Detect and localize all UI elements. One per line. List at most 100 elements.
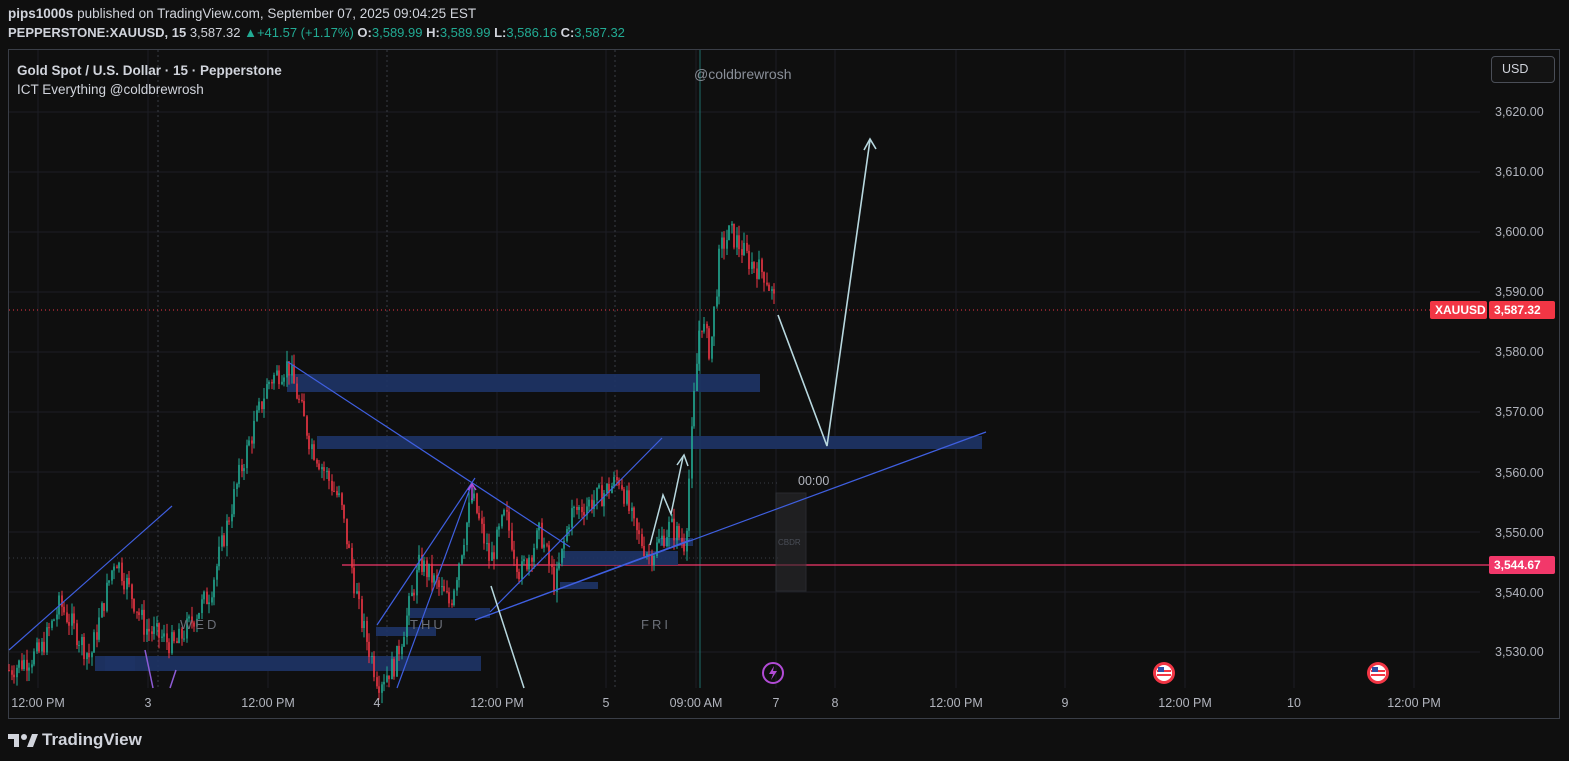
candle-body xyxy=(718,248,720,297)
candle-body xyxy=(531,557,533,562)
candle-body xyxy=(301,399,303,402)
candle-body xyxy=(353,567,355,594)
candle-body xyxy=(483,523,485,544)
price-tick: 3,540.00 xyxy=(1495,586,1544,600)
candle-body xyxy=(346,518,348,545)
candle-body xyxy=(348,544,350,548)
candle-body xyxy=(48,627,50,629)
time-tick: 12:00 PM xyxy=(1387,696,1441,710)
candle-body xyxy=(548,545,550,565)
liquidity-zone xyxy=(287,374,760,392)
candle-body xyxy=(81,637,83,646)
candle-body xyxy=(68,622,70,626)
candle-body xyxy=(218,546,220,567)
candle-body xyxy=(596,487,598,501)
candle-body xyxy=(128,577,130,585)
candle-body xyxy=(121,562,123,581)
candle-body xyxy=(658,539,660,543)
candle-body xyxy=(728,225,730,241)
us-flag-event-icon[interactable] xyxy=(1366,661,1390,685)
candle-body xyxy=(61,595,63,607)
candle-body xyxy=(468,502,470,523)
price-tick: 3,570.00 xyxy=(1495,405,1544,419)
time-tick: 10 xyxy=(1287,696,1301,710)
candle-body xyxy=(166,633,168,643)
candle-body xyxy=(93,632,95,653)
candle-body xyxy=(156,623,158,627)
candle-body xyxy=(313,444,315,460)
candle-body xyxy=(738,235,740,250)
candle-body xyxy=(253,420,255,444)
time-tick: 12:00 PM xyxy=(11,696,65,710)
candle-body xyxy=(233,489,235,515)
candle-body xyxy=(351,547,353,568)
candle-body xyxy=(258,401,260,411)
candle-body xyxy=(278,370,280,385)
candle-body xyxy=(363,620,365,629)
candle-body xyxy=(688,478,690,531)
candle-body xyxy=(651,554,653,566)
candle-body xyxy=(28,667,30,671)
candle-body xyxy=(53,619,55,621)
candle-body xyxy=(513,549,515,559)
candle-body xyxy=(573,507,575,509)
candle-body xyxy=(756,268,758,279)
candle-body xyxy=(623,489,625,504)
candle-body xyxy=(446,591,448,593)
candle-body xyxy=(73,613,75,624)
candle-body xyxy=(448,592,450,604)
candle-body xyxy=(386,675,388,682)
candle-body xyxy=(766,282,768,285)
candle-body xyxy=(556,568,558,593)
candle-body xyxy=(246,445,248,469)
currency-button[interactable]: USD xyxy=(1491,56,1555,83)
lightning-event-icon[interactable] xyxy=(761,661,785,685)
candle-body xyxy=(383,681,385,685)
candle-body xyxy=(296,383,298,399)
candle-body xyxy=(236,483,238,490)
candle-body xyxy=(636,518,638,531)
us-flag-event-icon[interactable] xyxy=(1152,661,1176,685)
candle-body xyxy=(18,660,20,668)
candle-body xyxy=(461,555,463,564)
candle-body xyxy=(558,562,560,569)
candle-body xyxy=(221,535,223,547)
candle-body xyxy=(26,659,28,671)
candle-body xyxy=(261,401,263,410)
candle-body xyxy=(381,684,383,693)
candle-body xyxy=(476,493,478,513)
candle-body xyxy=(643,546,645,556)
candle-body xyxy=(23,659,25,670)
footer-logo[interactable]: TradingView xyxy=(8,730,142,750)
legend-title[interactable]: Gold Spot / U.S. Dollar · 15 · Peppersto… xyxy=(17,61,282,80)
candle-body xyxy=(326,470,328,472)
projection-path xyxy=(777,139,871,447)
candle-body xyxy=(391,658,393,680)
candle-body xyxy=(696,363,698,391)
price-tick: 3,530.00 xyxy=(1495,645,1544,659)
candle-body xyxy=(553,567,555,593)
time-tick: 12:00 PM xyxy=(1158,696,1212,710)
candle-body xyxy=(613,476,615,486)
box-label: CBDR xyxy=(778,538,801,547)
candle-body xyxy=(318,463,320,470)
legend-indicator[interactable]: ICT Everything @coldbrewrosh xyxy=(17,80,282,99)
candle-body xyxy=(523,559,525,562)
candle-body xyxy=(693,390,695,427)
candle-body xyxy=(251,440,253,444)
candle-body xyxy=(116,566,118,569)
candle-body xyxy=(771,289,773,291)
candle-body xyxy=(303,401,305,417)
candle-body xyxy=(43,641,45,653)
candle-body xyxy=(283,377,285,382)
candle-body xyxy=(228,520,230,522)
candle-body xyxy=(38,642,40,652)
candle-body xyxy=(126,577,128,590)
candle-body xyxy=(163,633,165,637)
candle-body xyxy=(416,570,418,596)
chart-canvas[interactable] xyxy=(0,0,1569,761)
candle-body xyxy=(161,636,163,638)
candle-body xyxy=(628,490,630,511)
candle-body xyxy=(378,686,380,693)
candle-body xyxy=(336,490,338,496)
